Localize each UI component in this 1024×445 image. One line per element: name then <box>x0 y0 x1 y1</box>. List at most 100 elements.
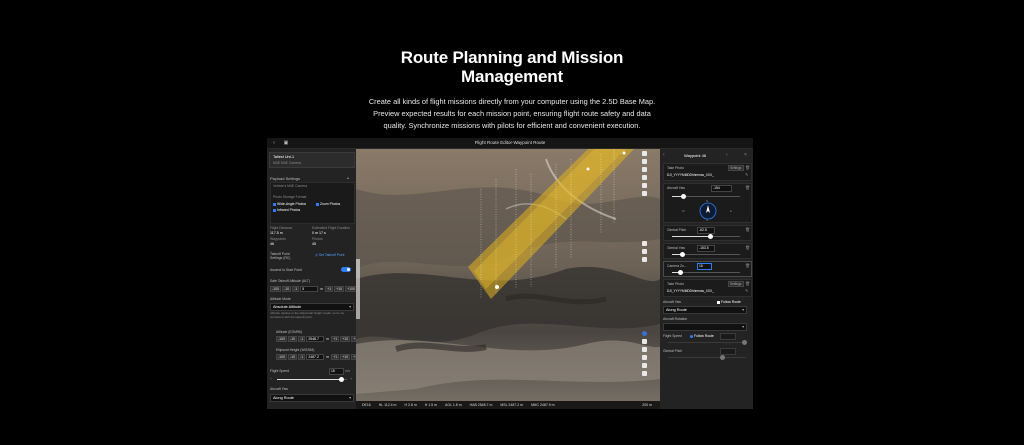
delete-icon[interactable]: 🗑 <box>745 185 750 190</box>
stepper-btn[interactable]: -1 <box>292 286 300 292</box>
compass-icon[interactable] <box>642 331 647 336</box>
cube-icon[interactable] <box>642 191 647 196</box>
action-settings-button[interactable]: Settings <box>728 165 744 171</box>
polygon-icon[interactable] <box>642 175 647 180</box>
gimbal-yaw-slider[interactable] <box>672 252 740 257</box>
action-gimbal-pitch[interactable]: Gimbal Pitch -62.5 🗑 <box>663 225 752 241</box>
action-camera-zoom[interactable]: Camera Zo... 15 🗑 <box>663 261 752 277</box>
location-icon[interactable] <box>642 371 647 376</box>
stepper-btn[interactable]: +1 <box>331 336 340 342</box>
delete-icon[interactable]: 🗑 <box>745 263 750 268</box>
aircraft-yaw-select[interactable]: Along Route <box>663 306 747 314</box>
flight-speed-input[interactable] <box>720 333 736 340</box>
action-take-photo-1[interactable]: Take Photo Settings 🗑 DJI_YYYYMMDDhhmmss… <box>663 163 752 181</box>
next-waypoint-icon[interactable]: › <box>726 152 728 158</box>
fullscreen-icon[interactable] <box>642 347 647 352</box>
set-takeoff-link-label: Set Takeoff Point <box>318 253 345 257</box>
stepper-btn[interactable]: -1 <box>298 354 306 360</box>
action-settings-button[interactable]: Settings <box>728 281 744 287</box>
collapse-icon[interactable]: ▴ <box>347 175 349 180</box>
set-takeoff-link[interactable]: ◎ Set Takeoff Point <box>315 253 344 257</box>
layers-icon[interactable] <box>642 151 647 156</box>
gimbal-pitch-slider[interactable] <box>668 355 746 360</box>
delete-icon[interactable]: 🗑 <box>745 165 750 170</box>
stepper-btn[interactable]: -10 <box>288 336 298 342</box>
status-item: MSL 2487.2 m <box>500 403 524 407</box>
safe-alt-label: Safe Takeoff Altitude (ALT) <box>270 279 310 283</box>
minus-icon[interactable]: − <box>270 376 272 381</box>
slider-knob[interactable] <box>680 252 685 257</box>
recenter-icon[interactable] <box>642 257 647 262</box>
safe-alt-stepper[interactable]: -100 -10 -1 5 m +1 +10 +100 <box>270 286 358 292</box>
aircraft-yaw-input[interactable]: -154 <box>711 185 732 192</box>
zoom-in-icon[interactable] <box>642 241 647 246</box>
yaw-compass[interactable] <box>688 200 728 222</box>
stepper-btn[interactable]: +1 <box>331 354 340 360</box>
altitude-stepper[interactable]: -100-10-12548.7m+1+10+100 <box>276 336 364 342</box>
stepper-btn[interactable]: +1 <box>325 286 334 292</box>
terrain-icon[interactable] <box>642 363 647 368</box>
tilt-icon[interactable] <box>642 339 647 344</box>
elevation-stepper[interactable]: -100-10-12487.2m+1+10+100 <box>276 354 364 360</box>
flight-speed-slider[interactable] <box>277 377 347 382</box>
flight-speed-input[interactable]: 15 <box>329 368 344 375</box>
stepper-btn[interactable]: -10 <box>282 286 292 292</box>
elevation-input[interactable]: 2487.2 <box>306 354 325 360</box>
checkbox-icon <box>316 202 319 206</box>
prev-waypoint-icon[interactable]: ‹ <box>663 152 665 158</box>
opt-wide-label: Wide-Angle Photos <box>277 202 307 206</box>
gimbal-yaw-input[interactable]: -153.5 <box>697 245 715 252</box>
follow-route-2-check[interactable]: Follow Route <box>690 334 714 338</box>
stepper-btn[interactable]: +10 <box>340 354 351 360</box>
plus-icon[interactable]: + <box>350 376 352 381</box>
altitude-input[interactable]: 2548.7 <box>306 336 325 342</box>
slider-knob[interactable] <box>678 270 683 275</box>
map-layer-icon[interactable] <box>642 355 647 360</box>
action-take-photo-2[interactable]: Take Photo Settings 🗑 DJI_YYYYMMDDhhmmss… <box>663 279 752 297</box>
alt-mode-select[interactable]: Absolute Altitude <box>270 303 354 311</box>
stepper-btn[interactable]: +10 <box>334 286 345 292</box>
opt-infrared[interactable]: Infrared Photos <box>273 208 300 212</box>
opt-zoom[interactable]: Zoom Photos <box>316 202 340 206</box>
heading-select[interactable]: Along Route <box>270 394 354 402</box>
gimbal-pitch-input[interactable] <box>720 348 736 355</box>
edit-icon[interactable]: ✎ <box>745 288 748 293</box>
camera-zoom-input[interactable]: 15 <box>697 263 712 270</box>
flight-speed-slider[interactable] <box>668 340 747 345</box>
slider-knob[interactable] <box>681 194 686 199</box>
stepper-btn[interactable]: +10 <box>340 336 351 342</box>
stepper-btn[interactable]: -1 <box>298 336 306 342</box>
close-icon[interactable]: × <box>744 152 747 158</box>
slider-knob[interactable] <box>742 340 747 345</box>
map-3d-view[interactable]: DE16 HL 112.4 m H 2.8 m H 1.5 m AGL 1.8 m HAB… <box>356 149 660 409</box>
ascend-toggle[interactable] <box>341 267 351 272</box>
gimbal-pitch-input[interactable]: -62.5 <box>697 227 715 234</box>
opt-wide[interactable]: Wide-Angle Photos <box>273 202 306 206</box>
delete-icon[interactable]: 🗑 <box>745 245 750 250</box>
terrain-map[interactable] <box>356 149 660 409</box>
slider-knob[interactable] <box>720 355 725 360</box>
slider-knob[interactable] <box>339 377 345 382</box>
aircraft-rotation-select[interactable] <box>663 323 747 331</box>
stepper-btn[interactable]: -10 <box>288 354 298 360</box>
camera-zoom-slider[interactable] <box>672 270 740 275</box>
edit-icon[interactable]: ✎ <box>745 172 748 177</box>
action-gimbal-yaw[interactable]: Gimbal Yaw -153.5 🗑 <box>663 243 752 259</box>
window-title: Flight Route Editor-Waypoint Route <box>474 140 546 145</box>
zoom-out-icon[interactable] <box>642 249 647 254</box>
delete-icon[interactable]: 🗑 <box>745 227 750 232</box>
gimbal-pitch-slider[interactable] <box>672 234 740 239</box>
stepper-btn[interactable]: -100 <box>276 354 288 360</box>
delete-icon[interactable]: 🗑 <box>745 281 750 286</box>
pin-icon[interactable] <box>642 183 647 188</box>
stepper-btn[interactable]: -100 <box>270 286 282 292</box>
stepper-btn[interactable]: -100 <box>276 336 288 342</box>
action-aircraft-yaw[interactable]: Aircraft Yaw -154 🗑 N S W E <box>663 183 752 223</box>
aircraft-yaw-slider[interactable] <box>672 194 740 199</box>
measure-icon[interactable] <box>642 159 647 164</box>
ruler-icon[interactable] <box>642 167 647 172</box>
device-card[interactable]: Tallest Unt-1 M4E M4E Camera <box>269 152 355 168</box>
safe-alt-input[interactable]: 5 <box>300 286 319 292</box>
follow-route-check[interactable]: Follow Route <box>717 300 741 304</box>
slider-knob[interactable] <box>708 234 713 239</box>
